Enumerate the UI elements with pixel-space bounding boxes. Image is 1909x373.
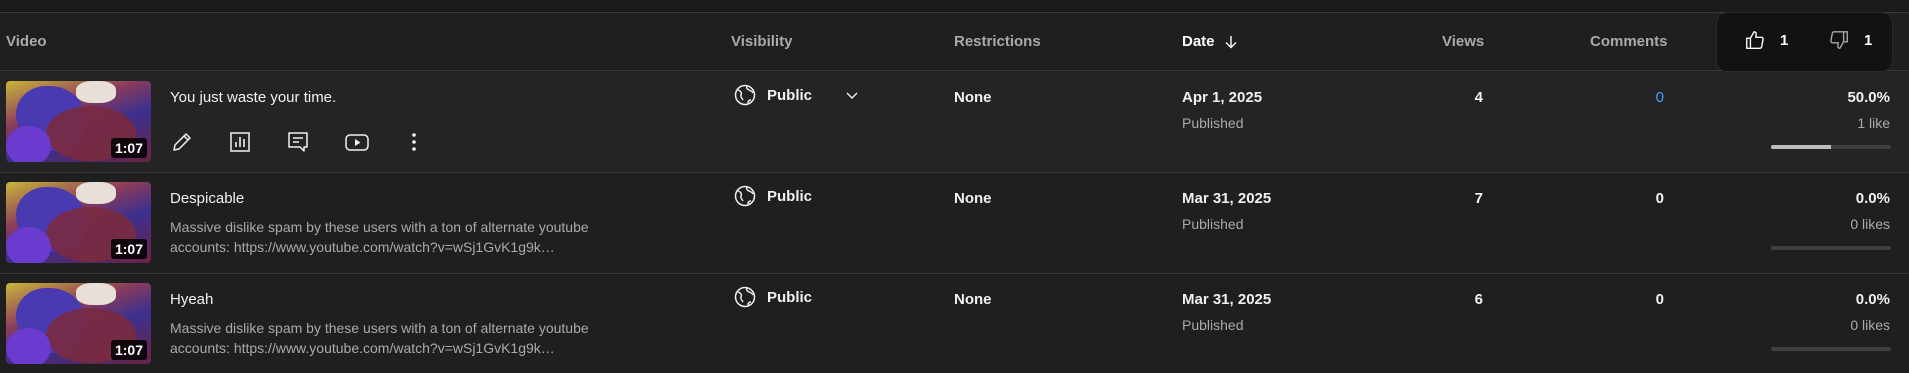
header-visibility[interactable]: Visibility xyxy=(731,33,792,50)
visibility-dropdown[interactable]: Public xyxy=(733,184,812,208)
table-row[interactable]: 1:07 Despicable Massive dislike spam by … xyxy=(0,173,1909,274)
header-views[interactable]: Views xyxy=(1442,33,1484,50)
popup-dislikes: 1 xyxy=(1828,29,1872,51)
date-status: Published xyxy=(1182,216,1244,232)
like-percent: 50.0% xyxy=(1847,89,1890,106)
comments-value: 0 xyxy=(1655,190,1664,207)
like-percent: 0.0% xyxy=(1855,190,1890,207)
date-status: Published xyxy=(1182,317,1244,333)
globe-icon xyxy=(733,184,757,208)
date-value: Apr 1, 2025 xyxy=(1182,89,1263,106)
date-value: Mar 31, 2025 xyxy=(1182,291,1272,308)
header-date-label: Date xyxy=(1182,33,1215,50)
restrictions-value: None xyxy=(954,89,992,106)
video-duration: 1:07 xyxy=(110,239,147,259)
table-header: Video Visibility Restrictions Date Views… xyxy=(0,14,1909,71)
popup-dislike-count: 1 xyxy=(1864,31,1873,49)
description-line: accounts: https://www.youtube.com/watch?… xyxy=(170,239,555,255)
comments-link[interactable]: 0 xyxy=(1656,89,1664,106)
description-line: Massive dislike spam by these users with… xyxy=(170,320,589,336)
like-ratio-bar xyxy=(1771,246,1891,250)
restrictions-value: None xyxy=(954,291,992,308)
video-title[interactable]: You just waste your time. xyxy=(170,89,336,106)
view-on-youtube-button[interactable] xyxy=(344,127,402,157)
globe-icon xyxy=(733,83,757,107)
likes-count: 1 like xyxy=(1857,115,1890,131)
description-line: accounts: https://www.youtube.com/watch?… xyxy=(170,340,555,356)
row-actions xyxy=(170,127,460,157)
popup-like-count: 1 xyxy=(1780,31,1789,49)
like-dislike-popup: 1 1 xyxy=(1717,13,1892,71)
restrictions-value: None xyxy=(954,190,992,207)
visibility-label: Public xyxy=(767,288,813,306)
video-duration: 1:07 xyxy=(110,340,147,360)
likes-count: 0 likes xyxy=(1850,216,1890,232)
like-ratio-bar xyxy=(1771,347,1891,351)
popup-likes: 1 xyxy=(1744,29,1788,51)
visibility-dropdown[interactable]: Public xyxy=(733,83,860,107)
like-ratio-bar xyxy=(1771,145,1891,149)
video-thumbnail[interactable]: 1:07 xyxy=(6,81,151,162)
date-status: Published xyxy=(1182,115,1244,131)
table-row[interactable]: 1:07 Hyeah Massive dislike spam by these… xyxy=(0,274,1909,373)
top-border xyxy=(0,0,1909,13)
analytics-button[interactable] xyxy=(228,127,286,157)
video-description: Massive dislike spam by these users with… xyxy=(170,318,640,358)
video-title[interactable]: Hyeah xyxy=(170,291,213,308)
description-line: Massive dislike spam by these users with… xyxy=(170,219,589,235)
date-value: Mar 31, 2025 xyxy=(1182,190,1272,207)
arrow-down-icon xyxy=(1223,34,1239,50)
options-button[interactable] xyxy=(402,127,460,157)
comments-button[interactable] xyxy=(286,127,344,157)
visibility-label: Public xyxy=(767,187,813,205)
thumb-down-icon xyxy=(1828,29,1850,51)
header-comments[interactable]: Comments xyxy=(1590,33,1668,50)
edit-button[interactable] xyxy=(170,127,228,157)
header-date-sort[interactable]: Date xyxy=(1182,33,1239,50)
like-ratio-fill xyxy=(1771,145,1831,149)
video-duration: 1:07 xyxy=(110,138,147,158)
video-thumbnail[interactable]: 1:07 xyxy=(6,182,151,263)
video-thumbnail[interactable]: 1:07 xyxy=(6,283,151,364)
bar-chart-icon xyxy=(228,130,252,154)
comments-value: 0 xyxy=(1655,291,1664,308)
views-value: 4 xyxy=(1474,89,1483,106)
comment-icon xyxy=(286,130,310,154)
youtube-icon xyxy=(344,130,370,154)
header-restrictions[interactable]: Restrictions xyxy=(954,33,1041,50)
more-vert-icon xyxy=(402,130,426,154)
table-row[interactable]: 1:07 You just waste your time. Public No… xyxy=(0,72,1909,173)
views-value: 6 xyxy=(1474,291,1483,308)
globe-icon xyxy=(733,285,757,309)
like-percent: 0.0% xyxy=(1855,291,1890,308)
video-title[interactable]: Despicable xyxy=(170,190,244,207)
likes-count: 0 likes xyxy=(1850,317,1890,333)
pencil-icon xyxy=(170,130,194,154)
thumb-up-icon xyxy=(1744,29,1766,51)
header-video: Video xyxy=(6,33,47,50)
views-value: 7 xyxy=(1474,190,1483,207)
video-description: Massive dislike spam by these users with… xyxy=(170,217,640,257)
visibility-label: Public xyxy=(767,86,813,104)
chevron-down-icon[interactable] xyxy=(844,87,860,103)
visibility-dropdown[interactable]: Public xyxy=(733,285,812,309)
